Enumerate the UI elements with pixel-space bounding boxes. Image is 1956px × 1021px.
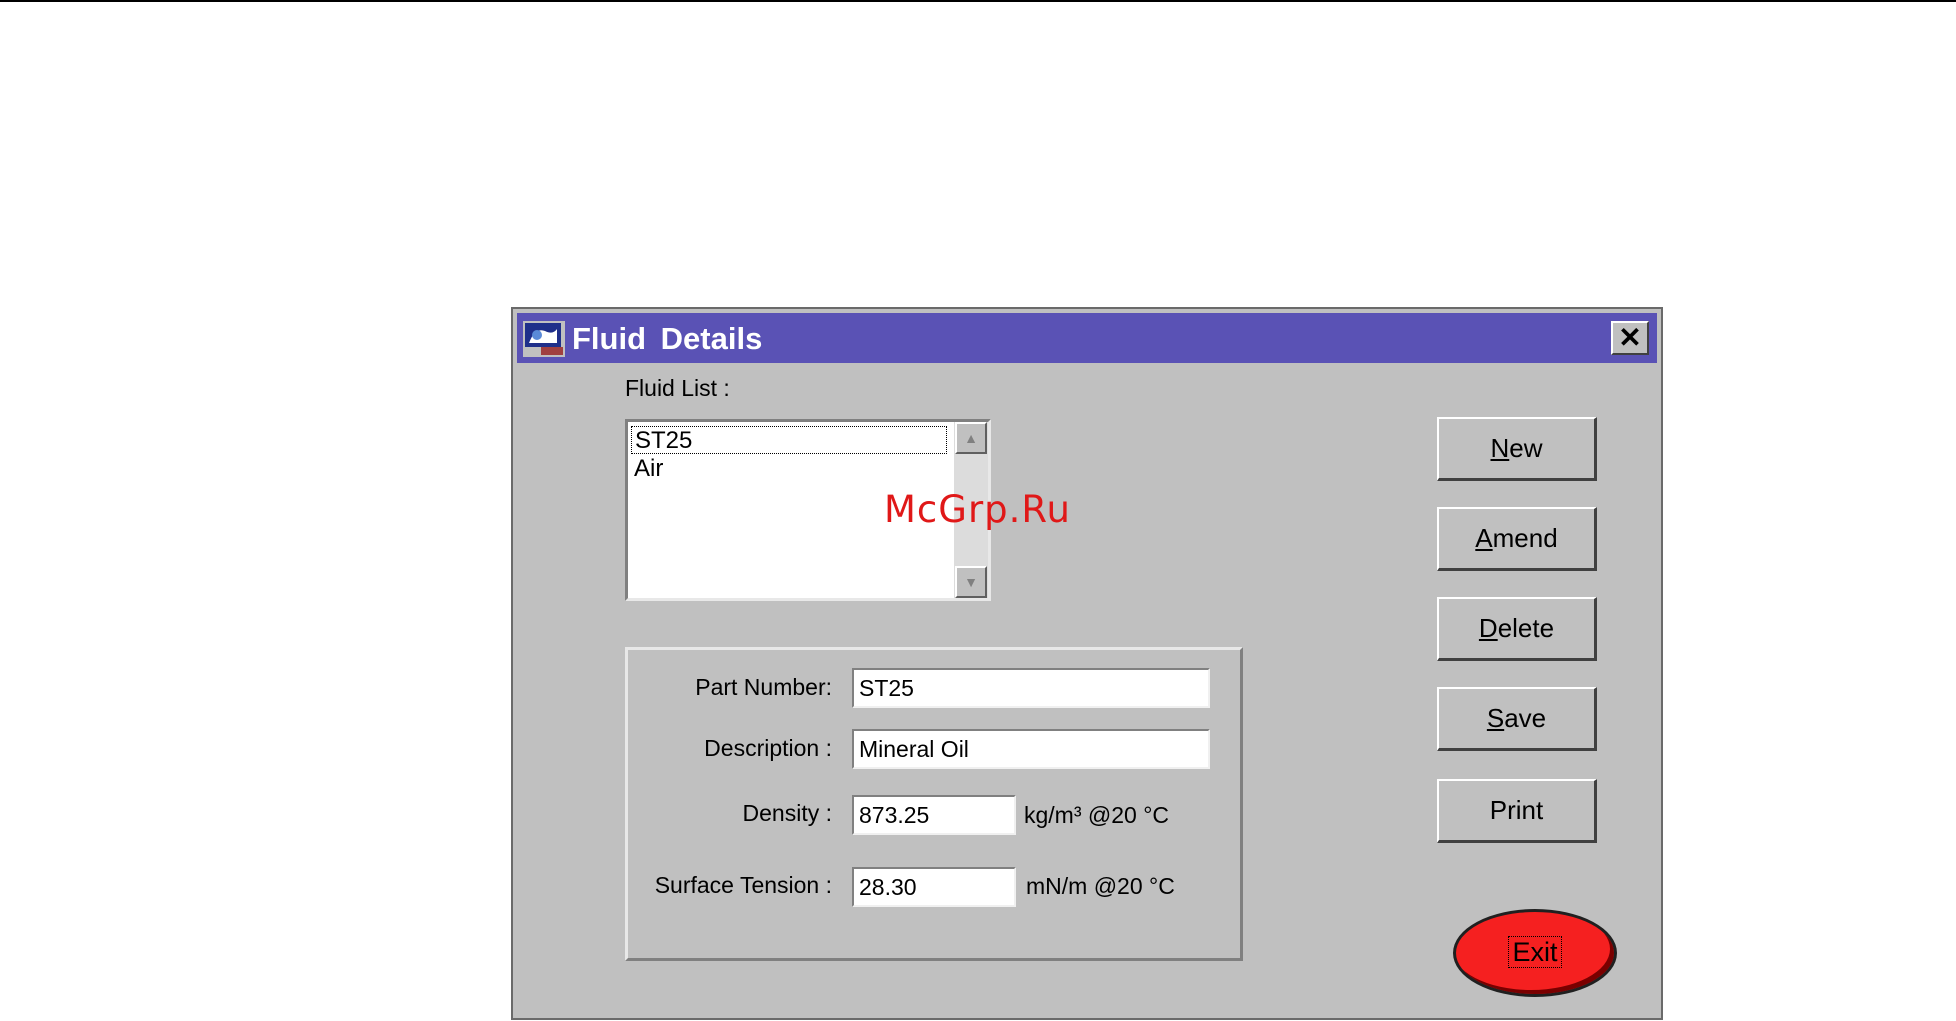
page-top-rule <box>0 0 1956 2</box>
surface-tension-unit: mN/m @20 °C <box>1026 873 1175 899</box>
watermark: McGrp.Ru <box>884 488 1071 531</box>
save-label-rest: ave <box>1504 703 1547 733</box>
scroll-down-button[interactable]: ▼ <box>955 566 987 598</box>
list-item[interactable]: ST25 <box>631 426 947 454</box>
new-mnemonic: N <box>1490 433 1510 463</box>
delete-label-rest: elete <box>1497 613 1555 643</box>
exit-label: Exit <box>1508 936 1562 968</box>
amend-label-rest: mend <box>1492 523 1558 553</box>
density-field[interactable]: 873.25 <box>852 795 1016 835</box>
delete-button[interactable]: Delete <box>1437 597 1597 661</box>
part-number-label: Part Number: <box>695 674 832 700</box>
new-label-rest: ew <box>1509 433 1543 463</box>
amend-button[interactable]: Amend <box>1437 507 1597 571</box>
surface-tension-label: Surface Tension : <box>654 872 832 898</box>
window-title: Fluid Details <box>572 321 763 356</box>
exit-button[interactable]: Exit <box>1453 909 1617 997</box>
fluid-details-window: Fluid Details ✕ Fluid List : ST25 Air ▲ … <box>511 307 1663 1020</box>
save-button[interactable]: Save <box>1437 687 1597 751</box>
scroll-up-icon: ▲ <box>964 430 978 446</box>
save-mnemonic: S <box>1486 703 1505 733</box>
fluid-details-group: Part Number: ST25 Description : Mineral … <box>625 647 1243 961</box>
delete-mnemonic: D <box>1478 613 1498 643</box>
close-icon: ✕ <box>1618 322 1642 353</box>
density-label: Density : <box>742 800 832 826</box>
new-button[interactable]: New <box>1437 417 1597 481</box>
description-label: Description : <box>704 735 832 761</box>
title-bar[interactable]: Fluid Details ✕ <box>517 313 1657 363</box>
surface-tension-field[interactable]: 28.30 <box>852 867 1016 907</box>
list-item[interactable]: Air <box>634 455 663 483</box>
close-button[interactable]: ✕ <box>1611 321 1649 355</box>
part-number-field[interactable]: ST25 <box>852 668 1210 708</box>
fluid-list-label: Fluid List : <box>625 375 730 401</box>
amend-mnemonic: A <box>1475 523 1493 553</box>
app-icon <box>523 321 565 357</box>
scroll-up-button[interactable]: ▲ <box>955 422 987 454</box>
density-unit: kg/m³ @20 °C <box>1024 802 1170 828</box>
scroll-down-icon: ▼ <box>964 574 978 590</box>
print-button[interactable]: Print <box>1437 779 1597 843</box>
description-field[interactable]: Mineral Oil <box>852 729 1210 769</box>
